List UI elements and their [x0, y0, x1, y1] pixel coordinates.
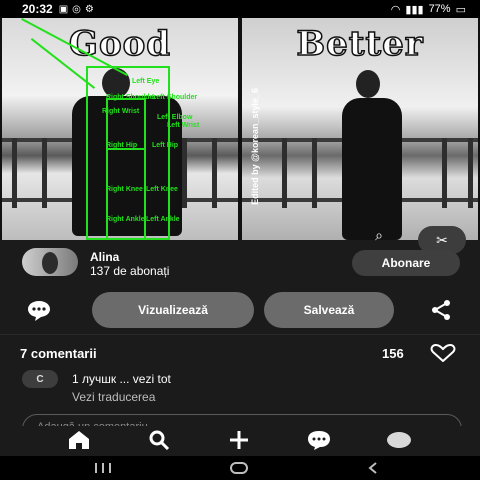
system-nav-bar — [0, 456, 480, 480]
creator-name[interactable]: Alina — [90, 250, 119, 264]
home-nav-icon[interactable] — [224, 458, 254, 478]
creator-row: Alina 137 de abonați Abonare — [0, 248, 480, 280]
visual-search-icon[interactable]: ⌕ — [368, 224, 390, 246]
visualize-button[interactable]: Vizualizează — [92, 292, 254, 328]
pose-bounding-box — [86, 66, 170, 240]
comment-icon[interactable] — [26, 298, 52, 322]
comment-item[interactable]: C 1 лучшк ... vezi tot — [22, 370, 462, 392]
pose-label: Right Knee — [106, 186, 143, 193]
search-icon[interactable] — [144, 428, 174, 452]
save-button[interactable]: Salvează — [264, 292, 394, 328]
status-notification-icons: ▣ ◎ ⚙ — [59, 4, 94, 15]
battery-level: 77% — [428, 3, 451, 15]
pose-label: Left Elbow — [157, 114, 193, 121]
status-time: 20:32 — [22, 2, 53, 16]
share-icon[interactable] — [428, 298, 454, 322]
scissors-icon: ✂ — [436, 231, 448, 248]
home-icon[interactable] — [64, 428, 94, 452]
settings-icon: ⚙ — [84, 3, 94, 15]
pose-label: Left Ankle — [146, 216, 180, 223]
left-photo-panel: Good Left Eye Right Shoulder Left Should… — [2, 18, 238, 240]
like-count: 156 — [382, 346, 404, 361]
add-icon[interactable] — [224, 428, 254, 452]
gallery-icon: ▣ — [58, 3, 69, 15]
person-head — [356, 70, 380, 98]
pose-label: Left Wrist — [167, 122, 200, 129]
back-icon[interactable] — [358, 458, 388, 478]
instagram-icon: ◎ — [72, 3, 81, 15]
pose-label: Right Wrist — [102, 108, 140, 115]
heart-icon[interactable] — [430, 343, 456, 363]
pose-label: Left Eye — [132, 78, 160, 85]
battery-icon: ▭ — [455, 3, 466, 16]
pose-label: Left Hip — [152, 142, 179, 149]
status-right: ◠ ▮▮▮ 77% ▭ — [391, 3, 466, 16]
pose-label: Right Hip — [106, 142, 138, 149]
pose-label: Right Shoulder — [106, 94, 157, 101]
bottom-tab-bar — [0, 426, 480, 456]
follow-button[interactable]: Abonare — [352, 250, 460, 276]
right-photo-word: Better — [296, 23, 424, 65]
photo-watermark: Edited by @korean_style_6 — [250, 88, 260, 205]
pose-label: Right Ankle — [106, 216, 145, 223]
status-bar: 20:32 ▣ ◎ ⚙ ◠ ▮▮▮ 77% ▭ — [0, 0, 480, 18]
pose-label: Left Shoulder — [152, 94, 198, 101]
action-row: Vizualizează Salvează — [0, 292, 480, 328]
profile-icon[interactable] — [384, 428, 414, 452]
pin-image[interactable]: Good Left Eye Right Shoulder Left Should… — [0, 18, 480, 254]
comment-avatar[interactable]: C — [22, 370, 58, 388]
translate-link[interactable]: Vezi traducerea — [72, 390, 155, 404]
person-figure — [342, 98, 402, 240]
divider — [0, 334, 480, 335]
comments-title[interactable]: 7 comentarii — [20, 346, 97, 361]
pose-label: Left Knee — [146, 186, 178, 193]
messages-icon[interactable] — [304, 428, 334, 452]
creator-followers: 137 de abonați — [90, 264, 170, 278]
wifi-icon: ◠ — [390, 3, 401, 16]
recents-icon[interactable] — [88, 458, 118, 478]
comment-text[interactable]: 1 лучшк ... vezi tot — [72, 372, 171, 386]
signal-icon: ▮▮▮ — [405, 3, 424, 16]
right-photo-panel: Better Edited by @korean_style_6 — [242, 18, 478, 240]
avatar[interactable] — [22, 248, 78, 276]
